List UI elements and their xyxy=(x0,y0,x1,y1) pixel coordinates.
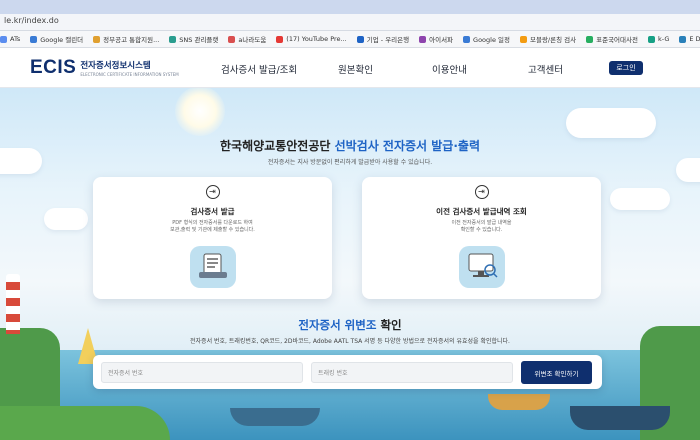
bookmark-favicon-icon xyxy=(586,35,594,43)
card-description: PDF 형식의 전자증서를 다운로드 하여 보관,출력 및 기관에 제출할 수 … xyxy=(93,220,332,234)
login-button[interactable]: 로그인 xyxy=(609,61,643,75)
arrow-in-circle-icon: ⇥ xyxy=(474,185,489,199)
certificate-number-input[interactable]: 전자증서 번호 xyxy=(101,362,303,383)
bookmark-favicon-icon xyxy=(93,35,101,43)
bookmark-favicon-icon xyxy=(519,35,527,43)
card-title: 검사증서 발급 xyxy=(190,207,235,216)
card-title: 이전 검사증서 발급내역 조회 xyxy=(436,207,527,216)
bookmark-label: a나라도움 xyxy=(238,36,267,44)
ship-illustration xyxy=(230,408,320,426)
cloud-illustration xyxy=(566,108,656,138)
bookmark-item[interactable]: 기업 - 우리은행 xyxy=(356,34,410,44)
site-logo[interactable]: ECIS 전자증서정보시스템 ELECTRONIC CERTIFICATE IN… xyxy=(30,57,179,79)
bookmark-label: 모블랑/론칭 검사 xyxy=(529,36,577,44)
verify-title-highlight: 전자증서 위변조 xyxy=(298,318,377,332)
bookmark-item[interactable]: 아이서파 xyxy=(419,34,453,44)
island-illustration xyxy=(0,406,170,440)
bookmark-favicon-icon xyxy=(169,35,177,43)
bookmark-label: ATs xyxy=(10,35,21,43)
card-description: 이전 전자증서의 발급 내역을 확인할 수 있습니다. xyxy=(362,220,601,234)
bookmark-item[interactable]: (17) YouTube Pre... xyxy=(276,35,347,43)
card-description-line: 보관,출력 및 기관에 제출할 수 있습니다. xyxy=(170,227,255,233)
verify-section-description: 전자증서 번호, 트래킹번호, QR코드, 2D바코드, Adobe AATL … xyxy=(190,338,510,345)
card-history-lookup[interactable]: ⇥ 이전 검사증서 발급내역 조회 이전 전자증서의 발급 내역을 확인할 수 … xyxy=(362,177,601,299)
cloud-illustration xyxy=(44,208,88,230)
verify-form: 전자증서 번호 트래킹 번호 위변조 확인하기 xyxy=(93,355,602,389)
verify-title-suffix: 확인 xyxy=(380,318,402,332)
verify-forgery-button[interactable]: 위변조 확인하기 xyxy=(521,361,592,384)
bookmark-favicon-icon xyxy=(228,35,236,43)
address-bar[interactable]: le.kr/index.do xyxy=(0,14,700,31)
nav-original-check[interactable]: 원본확인 xyxy=(338,62,373,76)
bookmark-label: 표준국어대사전 xyxy=(596,36,638,44)
bookmark-favicon-icon xyxy=(463,35,471,43)
bookmark-label: E Dic xyxy=(689,35,700,43)
bookmarks-bar: ATs Google 캘린더 정부공고 통합지원... SNS 관리플랫 a나라… xyxy=(0,31,700,48)
hero-headline: 한국해양교통안전공단 선박검사 전자증서 발급·출력 xyxy=(0,137,700,154)
bookmark-favicon-icon xyxy=(356,35,364,43)
bookmark-item[interactable]: k-G xyxy=(647,35,670,43)
bookmark-label: k-G xyxy=(657,35,670,43)
bookmark-favicon-icon xyxy=(419,35,427,43)
bookmark-favicon-icon xyxy=(0,35,7,43)
bookmark-favicon-icon xyxy=(30,35,38,43)
card-description-line: 확인할 수 있습니다. xyxy=(460,227,503,233)
cloud-illustration xyxy=(610,188,670,210)
headline-prefix: 한국해양교통안전공단 xyxy=(220,139,331,153)
logo-mark: ECIS xyxy=(30,57,77,78)
bookmark-item[interactable]: Google 일정 xyxy=(463,34,510,44)
bookmark-label: Google 캘린더 xyxy=(40,36,84,44)
ship-illustration xyxy=(570,406,670,430)
bookmark-label: 기업 - 우리은행 xyxy=(366,36,410,44)
sun-illustration xyxy=(175,88,225,136)
bookmark-item[interactable]: 모블랑/론칭 검사 xyxy=(519,34,577,44)
nav-customer-center[interactable]: 고객센터 xyxy=(528,62,563,76)
ship-illustration xyxy=(488,394,550,410)
bookmark-favicon-icon xyxy=(679,35,687,43)
hero-subline: 전자증서는 지사 방문없이 편리하게 발급받아 사용할 수 있습니다. xyxy=(267,159,433,166)
bookmark-label: (17) YouTube Pre... xyxy=(286,35,347,43)
bookmark-item[interactable]: ATs xyxy=(0,35,20,43)
bookmark-favicon-icon xyxy=(647,35,655,43)
document-illustration-icon xyxy=(189,246,236,288)
bookmark-item[interactable]: Google 캘린더 xyxy=(30,34,83,44)
logo-text: 전자증서정보시스템 ELECTRONIC CERTIFICATE INFORMA… xyxy=(80,59,178,77)
nav-certificate-issue[interactable]: 검사증서 발급/조회 xyxy=(221,62,297,76)
url-text: le.kr/index.do xyxy=(4,16,59,25)
bookmark-label: 정부공고 통합지원... xyxy=(103,36,160,44)
bookmark-label: 아이서파 xyxy=(429,36,454,44)
logo-english-name: ELECTRONIC CERTIFICATE INFORMATION SYSTE… xyxy=(80,72,179,77)
headline-highlight: 선박검사 전자증서 발급·출력 xyxy=(334,139,480,153)
computer-search-illustration-icon xyxy=(458,246,505,288)
hero-section: 한국해양교통안전공단 선박검사 전자증서 발급·출력 전자증서는 지사 방문없이… xyxy=(0,88,700,440)
browser-tab-strip xyxy=(0,0,700,14)
bookmark-item[interactable]: SNS 관리플랫 xyxy=(169,34,218,44)
bookmark-item[interactable]: 표준국어대사전 xyxy=(586,34,638,44)
site-header: ECIS 전자증서정보시스템 ELECTRONIC CERTIFICATE IN… xyxy=(0,48,700,88)
card-certificate-issue[interactable]: ⇥ 검사증서 발급 PDF 형식의 전자증서를 다운로드 하여 보관,출력 및 … xyxy=(93,177,332,299)
bookmark-label: SNS 관리플랫 xyxy=(179,36,219,44)
bookmark-item[interactable]: 정부공고 통합지원... xyxy=(93,34,159,44)
arrow-in-circle-icon: ⇥ xyxy=(205,185,220,199)
bookmark-item[interactable]: E Dic xyxy=(679,35,700,43)
logo-korean-name: 전자증서정보시스템 xyxy=(80,61,151,71)
bookmark-favicon-icon xyxy=(276,35,284,43)
verify-section-title: 전자증서 위변조 확인 xyxy=(0,317,700,333)
nav-usage-guide[interactable]: 이용안내 xyxy=(432,62,467,76)
tracking-number-input[interactable]: 트래킹 번호 xyxy=(311,362,513,383)
bookmark-item[interactable]: a나라도움 xyxy=(228,34,266,44)
bookmark-label: Google 일정 xyxy=(473,36,510,44)
card-description-line: 이전 전자증서의 발급 내역을 xyxy=(451,220,512,226)
card-description-line: PDF 형식의 전자증서를 다운로드 하여 xyxy=(172,220,253,226)
